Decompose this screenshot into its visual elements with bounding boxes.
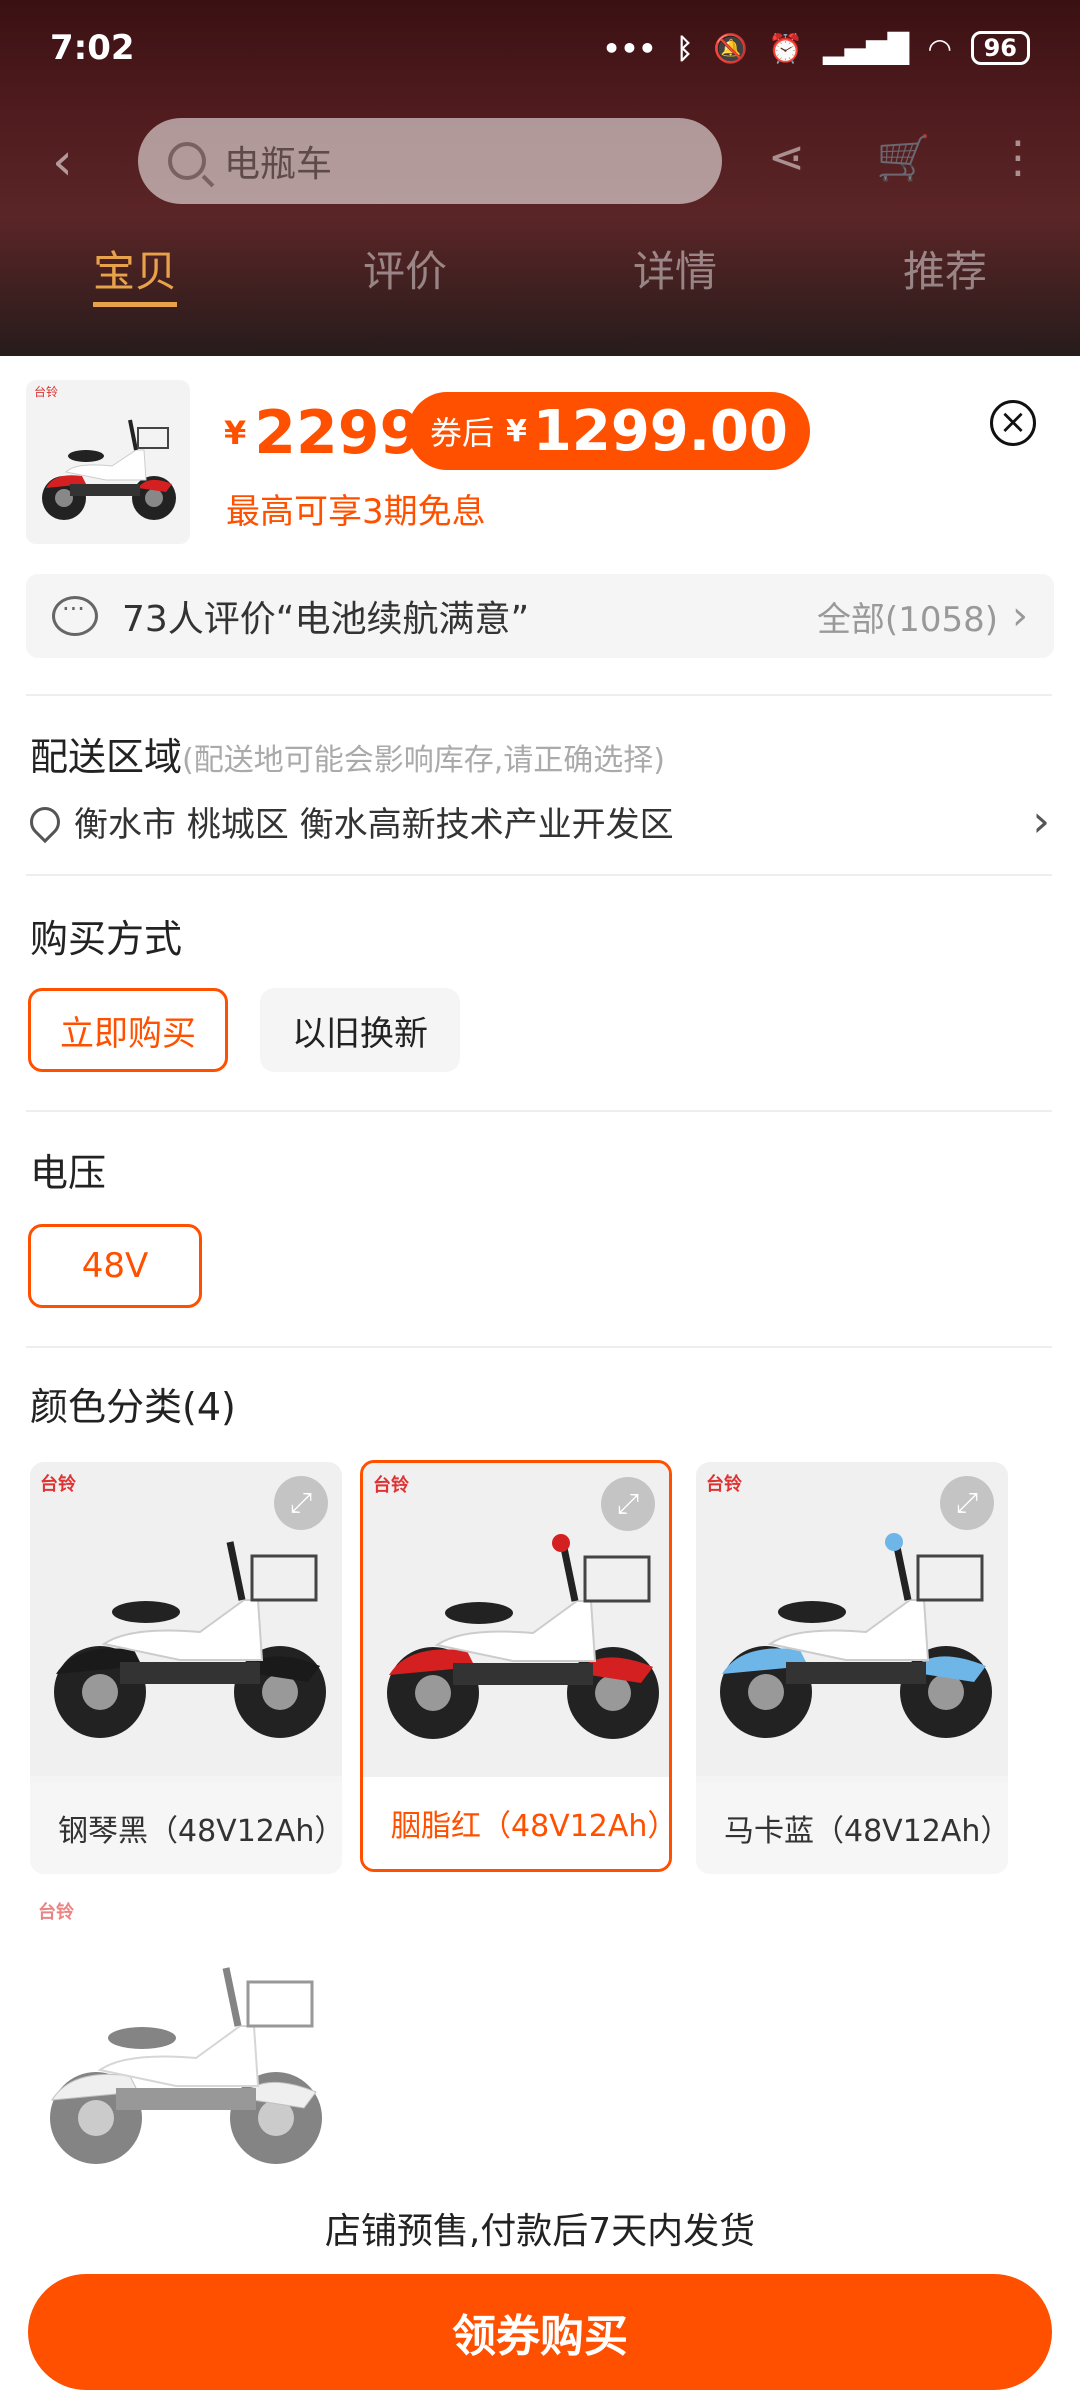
color-category-title: 颜色分类(4) bbox=[30, 1385, 236, 1429]
voltage-title: 电压 bbox=[30, 1151, 107, 1195]
delivery-title: 配送区域(配送地可能会影响库存,请正确选择) bbox=[30, 735, 665, 779]
share-icon[interactable]: ⋖ bbox=[768, 132, 805, 183]
presale-notice: 店铺预售,付款后7天内发货 bbox=[324, 2211, 756, 2252]
review-count: 全部(1058) bbox=[816, 599, 998, 640]
delivery-address-row[interactable]: 衡水市 桃城区 衡水高新技术产业开发区 › bbox=[23, 796, 1050, 847]
original-price: ¥ 2299 bbox=[224, 398, 422, 468]
tab-bar: 宝贝 评价 详情 推荐 bbox=[0, 232, 1080, 332]
product-thumbnail[interactable]: 台铃 bbox=[26, 380, 190, 544]
more-dots-icon: ••• bbox=[602, 31, 657, 65]
divider bbox=[26, 1346, 1052, 1348]
alarm-icon: ⏰ bbox=[768, 31, 803, 65]
expand-icon[interactable]: ⤢ bbox=[601, 1477, 655, 1531]
signal-icon: ▂▄▆█ bbox=[822, 31, 910, 65]
tab-reviews[interactable]: 评价 bbox=[270, 232, 540, 332]
claim-coupon-buy-button[interactable]: 领券购买 bbox=[28, 2274, 1052, 2390]
purchase-method-title: 购买方式 bbox=[30, 917, 183, 961]
divider bbox=[26, 874, 1052, 876]
tab-baobei[interactable]: 宝贝 bbox=[0, 232, 270, 332]
mute-icon: 🔕 bbox=[713, 31, 749, 65]
tab-recommend[interactable]: 推荐 bbox=[810, 232, 1080, 332]
delivery-address: 衡水市 桃城区 衡水高新技术产业开发区 bbox=[74, 805, 674, 845]
color-label: 马卡蓝（48V12Ah） bbox=[696, 1782, 1008, 1874]
color-label: 胭脂红（48V12Ah） bbox=[363, 1777, 669, 1869]
top-bar: ‹ 电瓶车 ⋖ 🛒 ⋮ bbox=[0, 110, 1080, 210]
chevron-right-icon: › bbox=[1032, 796, 1050, 847]
color-card-red[interactable]: 台铃 ⤢ 胭脂红（48V12Ah） bbox=[360, 1460, 672, 1872]
bluetooth-icon: ᛒ bbox=[676, 31, 694, 65]
scooter-red-image: 台铃 bbox=[34, 384, 176, 520]
color-card-white[interactable]: 台铃 bbox=[26, 1898, 338, 2198]
review-text: 73人评价“电池续航满意” bbox=[122, 599, 530, 640]
comment-icon bbox=[52, 595, 98, 636]
svg-text:台铃: 台铃 bbox=[34, 384, 58, 399]
review-summary[interactable]: 73人评价“电池续航满意” 全部(1058) › bbox=[26, 574, 1054, 658]
option-trade-in[interactable]: 以旧换新 bbox=[260, 988, 460, 1072]
scooter-white-image bbox=[50, 1967, 322, 2164]
expand-icon[interactable]: ⤢ bbox=[274, 1476, 328, 1530]
cart-icon[interactable]: 🛒 bbox=[876, 132, 931, 184]
tab-details[interactable]: 详情 bbox=[540, 232, 810, 332]
search-bar[interactable]: 电瓶车 bbox=[138, 118, 722, 204]
battery-icon: 96 bbox=[970, 31, 1030, 65]
color-label: 钢琴黑（48V12Ah） bbox=[30, 1782, 342, 1874]
color-card-black[interactable]: 台铃 ⤢ 钢琴黑（48V12Ah） bbox=[30, 1462, 342, 1874]
search-icon bbox=[168, 142, 206, 180]
divider bbox=[26, 1110, 1052, 1112]
close-icon[interactable]: × bbox=[990, 400, 1036, 446]
wifi-icon: ◠ bbox=[929, 31, 951, 65]
delivery-hint: (配送地可能会影响库存,请正确选择) bbox=[182, 743, 665, 778]
location-pin-icon bbox=[23, 800, 67, 843]
back-arrow-icon[interactable]: ‹ bbox=[52, 132, 73, 192]
status-time: 7:02 bbox=[50, 28, 135, 68]
expand-icon[interactable]: ⤢ bbox=[940, 1476, 994, 1530]
coupon-price-badge: 券后 ¥ 1299.00 bbox=[408, 392, 810, 470]
option-buy-now[interactable]: 立即购买 bbox=[28, 988, 228, 1072]
divider bbox=[26, 694, 1052, 696]
option-48v[interactable]: 48V bbox=[28, 1224, 202, 1308]
chevron-right-icon: › bbox=[1012, 593, 1028, 639]
status-bar: 7:02 ••• ᛒ 🔕 ⏰ ▂▄▆█ ◠ 96 bbox=[0, 0, 1080, 96]
sku-sheet: 台铃 ¥ 2299 券后 ¥ 1299.00 最高可享3期免息 × 73人评价“… bbox=[0, 356, 1080, 2400]
more-icon[interactable]: ⋮ bbox=[996, 132, 1040, 183]
color-card-blue[interactable]: 台铃 ⤢ 马卡蓝（48V12Ah） bbox=[696, 1462, 1008, 1874]
status-icons: ••• ᛒ 🔕 ⏰ ▂▄▆█ ◠ 96 bbox=[603, 31, 1030, 65]
search-text: 电瓶车 bbox=[224, 144, 333, 185]
installment-promo: 最高可享3期免息 bbox=[226, 492, 486, 532]
